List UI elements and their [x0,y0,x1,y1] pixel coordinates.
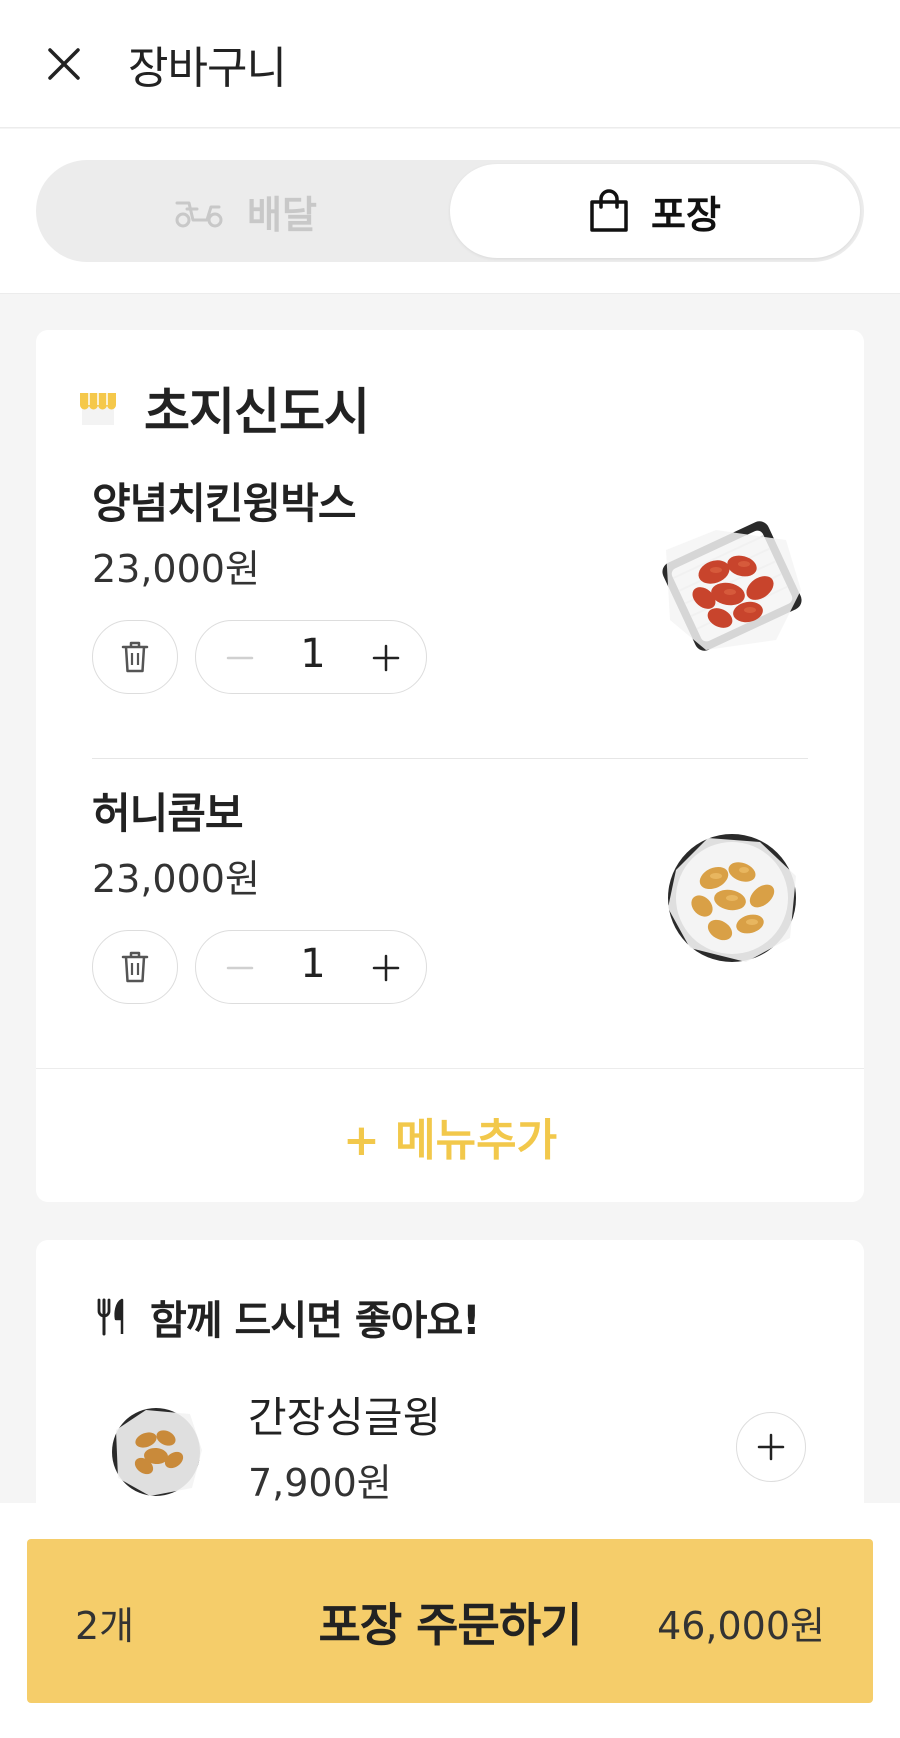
close-icon [48,48,80,80]
delete-item-button[interactable] [92,620,178,694]
item-name: 허니콤보 [92,789,244,838]
store-header: 초지신도시 [78,372,370,444]
header: 장바구니 [0,0,900,128]
order-type-section: 배달 포장 [0,129,900,294]
recommendation-title: 함께 드시면 좋아요! [150,1298,480,1344]
store-cart-card: 초지신도시 양념치킨윙박스 23,000원 1 허니콤보 23,000원 1 +… [36,330,864,1202]
store-name: 초지신도시 [144,383,370,441]
tab-delivery[interactable]: 배달 [40,164,450,258]
plus-icon [372,954,400,982]
decrease-quantity-button[interactable] [216,944,264,992]
quantity-stepper: 1 [195,620,427,694]
recommended-item-name: 간장싱글윙 [248,1393,442,1442]
plus-icon [372,644,400,672]
close-button[interactable] [40,40,88,88]
fork-knife-icon [97,1298,124,1336]
decrease-quantity-button[interactable] [216,634,264,682]
trash-icon [121,951,149,983]
trash-icon [121,641,149,673]
recommendation-card: 함께 드시면 좋아요! 간장싱글윙 7,900원 [36,1240,864,1540]
page-title: 장바구니 [128,43,287,94]
item-price: 23,000원 [92,547,260,591]
cart-item: 양념치킨윙박스 23,000원 1 [92,470,808,710]
quantity-value: 1 [300,631,326,677]
tab-delivery-label: 배달 [247,192,317,237]
quantity-stepper: 1 [195,930,427,1004]
shopping-bag-icon [590,189,628,232]
increase-quantity-button[interactable] [362,944,410,992]
minus-icon [226,966,254,970]
tab-takeout[interactable]: 포장 [450,164,860,258]
honey-combo-image [656,820,808,972]
minus-icon [226,656,254,660]
store-icon [80,393,116,425]
bottom-order-bar: 2개 포장 주문하기 46,000원 [0,1503,900,1738]
delete-item-button[interactable] [92,930,178,1004]
spicy-wings-image [656,510,808,662]
item-price: 23,000원 [92,857,260,901]
tab-takeout-label: 포장 [651,192,721,237]
recommended-item-price: 7,900원 [248,1461,392,1505]
item-divider [92,758,808,759]
increase-quantity-button[interactable] [362,634,410,682]
item-name: 양념치킨윙박스 [92,479,356,528]
takeout-order-button[interactable]: 2개 포장 주문하기 46,000원 [27,1539,873,1703]
quantity-value: 1 [300,941,326,987]
order-type-toggle: 배달 포장 [36,160,864,262]
add-recommended-item-button[interactable] [736,1412,806,1482]
section-divider [36,1068,864,1069]
cart-item: 허니콤보 23,000원 1 [92,780,808,1020]
scooter-icon [175,201,223,228]
recommendation-header: 함께 드시면 좋아요! [96,1288,480,1346]
add-menu-button[interactable]: + 메뉴추가 [36,1070,864,1202]
soy-wing-image [106,1400,206,1500]
order-total-price: 46,000원 [657,1604,825,1648]
plus-icon [757,1433,785,1461]
